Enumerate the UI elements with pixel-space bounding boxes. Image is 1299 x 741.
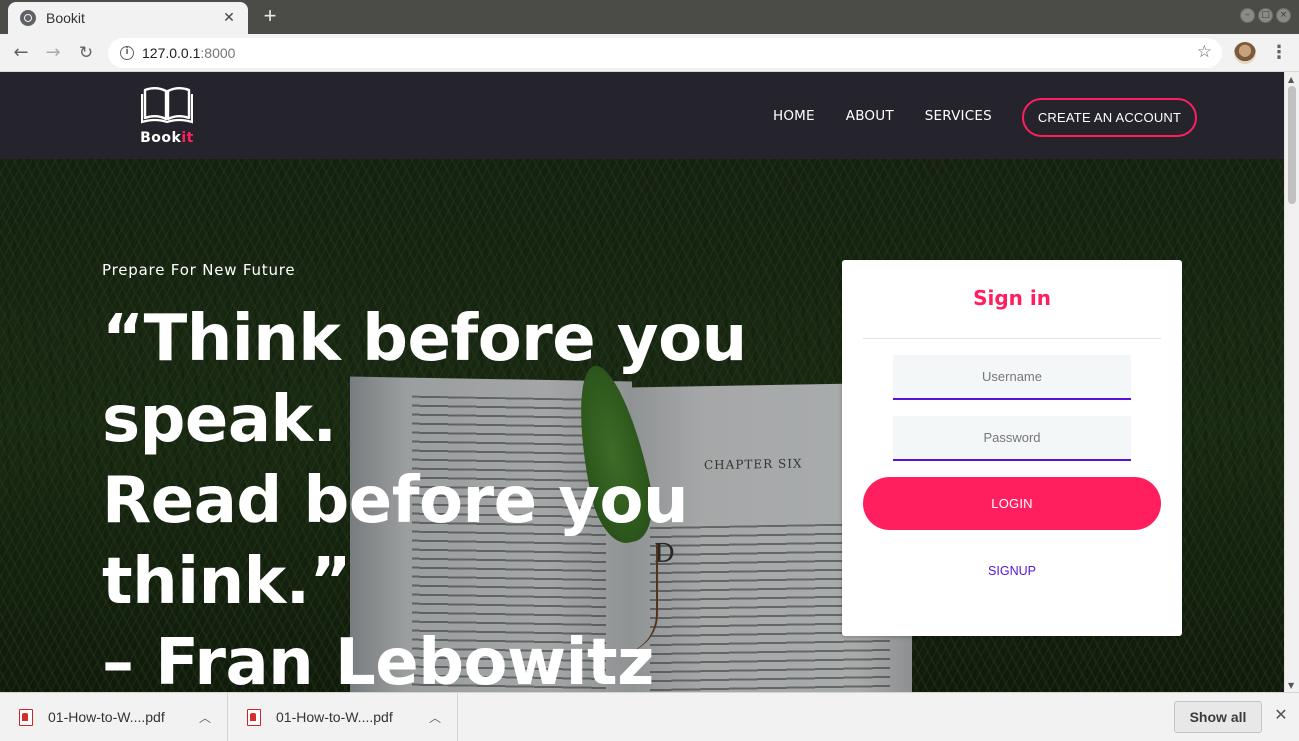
pdf-file-icon bbox=[247, 708, 261, 726]
create-account-button[interactable]: CREATE AN ACCOUNT bbox=[1022, 98, 1197, 137]
main-nav: HOME ABOUT SERVICES bbox=[773, 108, 992, 124]
close-tab-icon[interactable]: ✕ bbox=[220, 10, 238, 26]
scroll-down-arrow-icon[interactable]: ▼ bbox=[1288, 681, 1294, 690]
signup-link[interactable]: SIGNUP bbox=[842, 564, 1182, 578]
show-all-downloads-button[interactable]: Show all bbox=[1174, 701, 1262, 733]
nav-home[interactable]: HOME bbox=[773, 108, 815, 124]
site-logo[interactable]: Bookit bbox=[140, 84, 194, 146]
minimize-icon[interactable]: – bbox=[1240, 8, 1255, 23]
reload-icon[interactable]: ↻ bbox=[73, 40, 99, 66]
logo-text-main: Book bbox=[140, 130, 182, 146]
address-bar[interactable]: i 127.0.0.1:8000 ☆ bbox=[108, 38, 1222, 68]
quote-line: speak. bbox=[102, 383, 337, 457]
pdf-file-icon bbox=[19, 708, 33, 726]
url-host: 127.0.0.1 bbox=[142, 45, 201, 61]
quote-line: – Fran Lebowitz bbox=[102, 626, 654, 692]
profile-avatar[interactable] bbox=[1234, 42, 1256, 64]
page-viewport: Bookit HOME ABOUT SERVICES CREATE AN ACC… bbox=[0, 72, 1284, 692]
browser-toolbar: ← → ↻ i 127.0.0.1:8000 ☆ bbox=[0, 34, 1299, 72]
close-shelf-icon[interactable]: ✕ bbox=[1272, 705, 1290, 724]
logo-text-accent: it bbox=[181, 130, 194, 146]
hero-quote: “Think before you speak. Read before you… bbox=[102, 299, 802, 692]
hero-section: CHAPTER SIX D Prepare For New Future “Th… bbox=[0, 159, 1284, 692]
url-port: :8000 bbox=[200, 45, 236, 61]
download-item[interactable]: 01-How-to-W....pdf ︿ bbox=[0, 693, 228, 741]
quote-line: Read before you bbox=[102, 464, 689, 538]
menu-kebab-icon[interactable]: ⋮ bbox=[1270, 42, 1288, 64]
maximize-icon[interactable]: □ bbox=[1258, 8, 1273, 23]
quote-line: “Think before you bbox=[102, 302, 747, 376]
info-icon[interactable]: i bbox=[120, 46, 134, 60]
window-controls: – □ × bbox=[1240, 8, 1291, 23]
logo-text: Bookit bbox=[140, 130, 194, 146]
scroll-up-arrow-icon[interactable]: ▲ bbox=[1288, 75, 1294, 84]
divider bbox=[863, 338, 1161, 339]
signin-title: Sign in bbox=[973, 286, 1051, 310]
nav-services[interactable]: SERVICES bbox=[925, 108, 992, 124]
quote-line: think.” bbox=[102, 545, 352, 619]
hero-tagline: Prepare For New Future bbox=[102, 261, 296, 279]
new-tab-button[interactable]: + bbox=[258, 4, 282, 28]
download-shelf: 01-How-to-W....pdf ︿ 01-How-to-W....pdf … bbox=[0, 692, 1299, 741]
tab-title: Bookit bbox=[46, 10, 85, 26]
back-arrow-icon[interactable]: ← bbox=[8, 40, 34, 66]
page-scrollbar[interactable]: ▲ ▼ bbox=[1284, 72, 1299, 692]
browser-tab-strip: Bookit ✕ + – □ × bbox=[0, 0, 1299, 34]
username-input[interactable] bbox=[893, 355, 1131, 400]
download-item[interactable]: 01-How-to-W....pdf ︿ bbox=[230, 693, 458, 741]
chevron-up-icon[interactable]: ︿ bbox=[199, 709, 211, 726]
site-header: Bookit HOME ABOUT SERVICES CREATE AN ACC… bbox=[0, 72, 1284, 159]
login-button[interactable]: LOGIN bbox=[863, 477, 1161, 530]
nav-about[interactable]: ABOUT bbox=[846, 108, 894, 124]
signin-card: Sign in LOGIN SIGNUP bbox=[842, 260, 1182, 636]
chevron-up-icon[interactable]: ︿ bbox=[429, 709, 441, 726]
browser-tab[interactable]: Bookit ✕ bbox=[8, 2, 248, 34]
download-filename: 01-How-to-W....pdf bbox=[276, 709, 393, 725]
bookmark-star-icon[interactable]: ☆ bbox=[1197, 42, 1212, 62]
forward-arrow-icon[interactable]: → bbox=[40, 40, 66, 66]
open-book-icon bbox=[140, 87, 194, 124]
globe-icon bbox=[20, 10, 36, 26]
password-input[interactable] bbox=[893, 416, 1131, 461]
download-filename: 01-How-to-W....pdf bbox=[48, 709, 165, 725]
close-window-icon[interactable]: × bbox=[1276, 8, 1291, 23]
scroll-thumb[interactable] bbox=[1288, 86, 1296, 204]
